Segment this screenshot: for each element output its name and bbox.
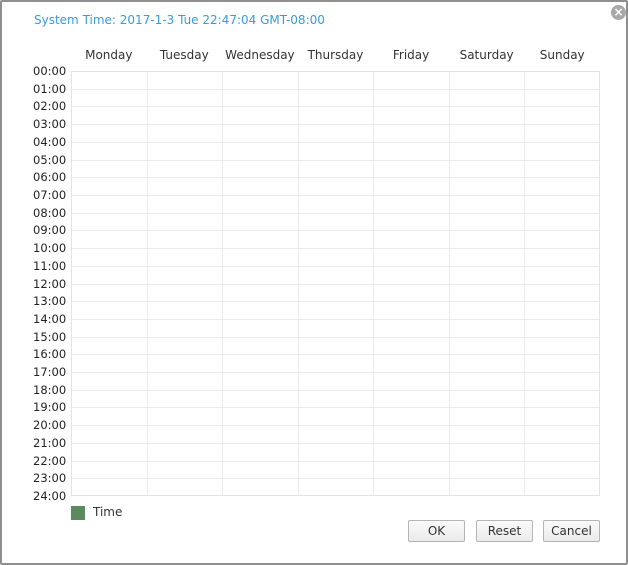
grid-row-line: [72, 442, 599, 444]
reset-button[interactable]: Reset: [476, 520, 533, 542]
grid-row-line: [72, 159, 599, 161]
grid-row-line: [72, 301, 599, 303]
hour-label: 15:00: [33, 329, 67, 344]
legend-swatch: [71, 506, 85, 520]
hour-label: 18:00: [33, 382, 67, 397]
hour-label: 10:00: [33, 241, 67, 256]
grid-row-line: [72, 124, 599, 126]
day-header-tuesday: Tuesday: [159, 48, 209, 62]
hour-label: 09:00: [33, 223, 67, 238]
hour-label: 02:00: [33, 99, 67, 114]
grid-row-line: [72, 212, 599, 214]
schedule-grid[interactable]: [71, 71, 600, 496]
day-header-sunday: Sunday: [539, 48, 585, 62]
grid-column-line: [448, 72, 450, 495]
hour-label: 14:00: [33, 311, 67, 326]
ok-button[interactable]: OK: [408, 520, 465, 542]
hour-label: 00:00: [33, 64, 67, 78]
grid-row-line: [72, 336, 599, 338]
grid-row-line: [72, 425, 599, 427]
cancel-button[interactable]: Cancel: [543, 520, 600, 542]
day-header-saturday: Saturday: [459, 48, 514, 62]
day-header-thursday: Thursday: [307, 48, 364, 62]
hour-label: 24:00: [33, 489, 67, 503]
legend-label: Time: [93, 505, 123, 519]
grid-row-line: [72, 389, 599, 391]
grid-column-line: [146, 72, 148, 495]
hour-label: 17:00: [33, 365, 67, 380]
schedule-dialog: × System Time: 2017-1-3 Tue 22:47:04 GMT…: [0, 0, 628, 565]
hour-label: 06:00: [33, 170, 67, 185]
day-header-monday: Monday: [85, 48, 133, 62]
grid-row-line: [72, 88, 599, 90]
grid-row-line: [72, 194, 599, 196]
grid-row-line: [72, 106, 599, 108]
hour-label: 21:00: [33, 435, 67, 450]
grid-row-line: [72, 283, 599, 285]
hour-label: 20:00: [33, 418, 67, 433]
hour-label: 05:00: [33, 152, 67, 167]
grid-row-line: [72, 265, 599, 267]
grid-column-line: [297, 72, 299, 495]
hour-label: 19:00: [33, 400, 67, 415]
hour-label: 22:00: [33, 453, 67, 468]
hour-label: 12:00: [33, 276, 67, 291]
grid-column-line: [524, 72, 526, 495]
grid-column-line: [373, 72, 375, 495]
hour-label: 03:00: [33, 117, 67, 132]
day-header-friday: Friday: [392, 48, 430, 62]
hour-label: 07:00: [33, 187, 67, 202]
grid-row-line: [72, 177, 599, 179]
grid-row-line: [72, 478, 599, 480]
hour-label: 16:00: [33, 347, 67, 362]
hour-label: 13:00: [33, 294, 67, 309]
grid-row-line: [72, 407, 599, 409]
day-header-wednesday: Wednesday: [225, 48, 295, 62]
grid-row-line: [72, 248, 599, 250]
hour-label: 04:00: [33, 134, 67, 149]
hour-label: 01:00: [33, 81, 67, 96]
grid-row-line: [72, 318, 599, 320]
grid-row-line: [72, 460, 599, 462]
grid-row-line: [72, 141, 599, 143]
grid-row-line: [72, 354, 599, 356]
grid-row-line: [72, 372, 599, 374]
grid-column-line: [222, 72, 224, 495]
system-time: System Time: 2017-1-3 Tue 22:47:04 GMT-0…: [34, 13, 325, 27]
hour-label: 23:00: [33, 471, 67, 486]
hour-label: 11:00: [33, 258, 67, 273]
grid-row-line: [72, 230, 599, 232]
close-icon[interactable]: ×: [611, 5, 626, 20]
hour-label: 08:00: [33, 205, 67, 220]
